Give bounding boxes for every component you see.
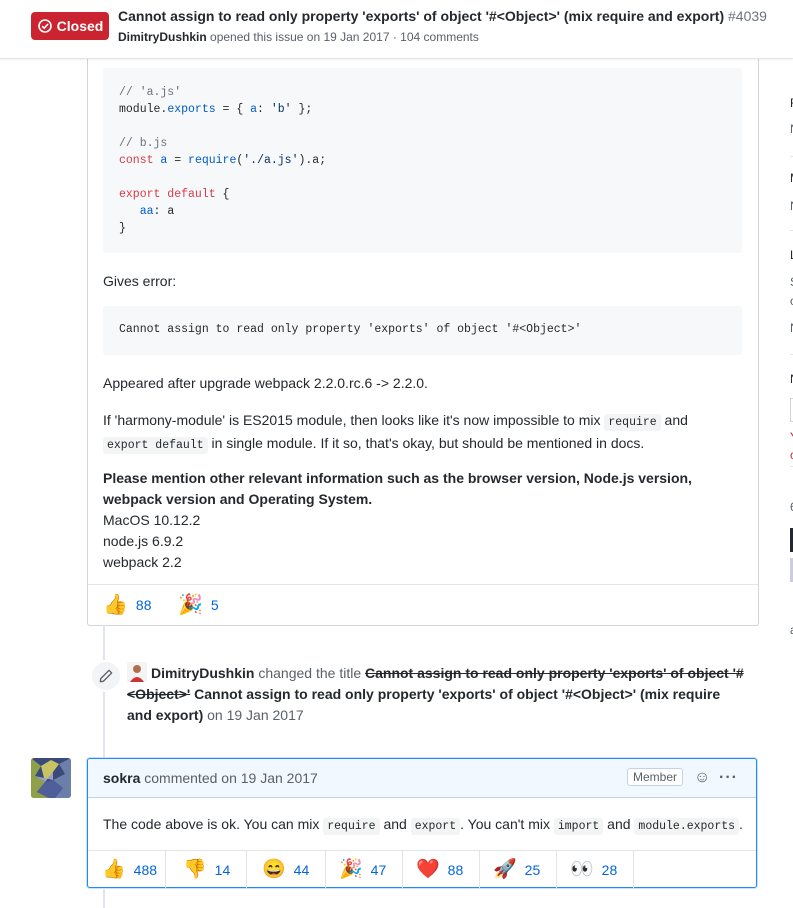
issue-header: Closed Cannot assign to read only proper…	[0, 0, 793, 59]
issue-author-link[interactable]: DimitryDushkin	[118, 30, 207, 44]
inline-code: import	[553, 818, 604, 835]
harmony-paragraph: If 'harmony-module' is ES2015 module, th…	[103, 410, 733, 456]
smile-icon: 😄	[262, 859, 286, 880]
text-span: If 'harmony-module' is ES2015 module, th…	[103, 412, 605, 428]
error-code-text: Cannot assign to read only property 'exp…	[119, 323, 582, 336]
reaction-thumbs-down[interactable]: 👎 14	[169, 851, 247, 888]
inline-code: require	[604, 414, 661, 431]
code-block: // 'a.js' module.exports = { a: 'b' }; /…	[103, 68, 742, 253]
event-action: changed the title	[258, 665, 362, 681]
env-item: MacOS 10.12.2	[103, 512, 201, 528]
inline-code: export	[410, 818, 461, 835]
event-date[interactable]: on 19 Jan 2017	[207, 707, 304, 723]
reaction-hooray[interactable]: 🎉 47	[325, 851, 403, 888]
comment-body: The code above is ok. You can mix requir…	[103, 816, 743, 835]
state-label: Closed	[56, 18, 104, 34]
env-item: node.js 6.9.2	[103, 533, 184, 549]
text-span: and	[603, 816, 635, 832]
pencil-icon	[90, 660, 122, 692]
reactions-bar: 👍 88 🎉 5	[88, 584, 758, 625]
issue-title-text: Cannot assign to read only property 'exp…	[118, 8, 725, 24]
comment-box: sokra commented on 19 Jan 2017 Member ☺ …	[87, 758, 757, 888]
closed-state-badge: Closed	[31, 12, 109, 40]
issue-closed-icon	[37, 19, 52, 33]
error-code-block: Cannot assign to read only property 'exp…	[103, 306, 742, 355]
appeared-text: Appeared after upgrade webpack 2.2.0.rc.…	[103, 375, 428, 391]
reaction-count: 5	[210, 597, 219, 613]
reaction-count: 28	[601, 861, 618, 878]
inline-code: require	[323, 818, 380, 835]
reaction-count: 488	[133, 861, 158, 878]
reaction-count: 14	[214, 861, 231, 878]
eyes-icon: 👀	[570, 859, 594, 880]
comment-author-line: sokra commented on 19 Jan 2017	[103, 770, 318, 786]
party-popper-icon: 🎉	[339, 859, 363, 880]
more-options-icon[interactable]: ···	[719, 769, 738, 787]
thumbs-up-icon: 👍	[102, 859, 126, 880]
avatar[interactable]	[127, 662, 147, 682]
issue-meta-text: opened this issue on 19 Jan 2017 · 104 c…	[210, 30, 479, 44]
text-span: . You can't mix	[460, 816, 554, 832]
member-badge: Member	[627, 768, 684, 786]
inline-code: module.exports	[634, 818, 740, 835]
heart-icon: ❤️	[416, 859, 440, 880]
avatar[interactable]	[31, 758, 71, 798]
reactions-bar: 👍 488 👎 14 😄 44 🎉 47 ❤️ 88 🚀 25 👀 28	[88, 850, 756, 888]
issue-body-comment: // 'a.js' module.exports = { a: 'b' }; /…	[87, 58, 759, 626]
inline-code: export default	[103, 437, 208, 454]
reaction-eyes[interactable]: 👀 28	[556, 851, 634, 888]
reaction-thumbs-up[interactable]: 👍 488	[88, 851, 166, 888]
issue-number: #4039	[728, 8, 767, 24]
event-actor-link[interactable]: DimitryDushkin	[151, 665, 254, 681]
issue-meta: DimitryDushkin opened this issue on 19 J…	[118, 30, 479, 44]
thumbs-up-icon: 👍	[103, 594, 128, 616]
rocket-icon: 🚀	[493, 859, 517, 880]
reaction-laugh[interactable]: 😄 44	[248, 851, 326, 888]
please-paragraph: Please mention other relevant informatio…	[103, 470, 692, 507]
reaction-count: 88	[447, 861, 464, 878]
comment-meta[interactable]: commented on 19 Jan 2017	[144, 770, 318, 786]
reaction-count: 44	[293, 861, 310, 878]
thumbs-down-icon: 👎	[183, 859, 207, 880]
env-item: webpack 2.2	[103, 554, 182, 570]
text-span: and	[660, 412, 688, 428]
rename-event: DimitryDushkin changed the title Cannot …	[127, 662, 747, 726]
issue-title: Cannot assign to read only property 'exp…	[118, 8, 767, 24]
smiley-add-reaction-icon[interactable]: ☺	[694, 769, 710, 787]
reaction-count: 47	[370, 861, 387, 878]
text-span: The code above is ok. You can mix	[103, 816, 324, 832]
text-span: in single module. If it so, that's okay,…	[207, 435, 645, 451]
text-span: .	[739, 816, 743, 832]
comment-author-link[interactable]: sokra	[103, 770, 140, 786]
text-span: and	[379, 816, 411, 832]
reaction-thumbs-up[interactable]: 👍 88	[103, 585, 151, 625]
gives-error-text: Gives error:	[103, 273, 177, 289]
reaction-count: 88	[135, 597, 152, 613]
reaction-rocket[interactable]: 🚀 25	[479, 851, 557, 888]
sidebar-partial: R N M N L S c N N Y c 6 a	[765, 58, 793, 908]
reaction-hooray[interactable]: 🎉 5	[178, 585, 219, 625]
reaction-heart[interactable]: ❤️ 88	[402, 851, 480, 888]
reaction-count: 25	[524, 861, 541, 878]
env-list: MacOS 10.12.2 node.js 6.9.2 webpack 2.2	[103, 510, 733, 573]
party-popper-icon: 🎉	[178, 594, 203, 616]
comment-header: sokra commented on 19 Jan 2017 Member ☺ …	[88, 759, 756, 798]
